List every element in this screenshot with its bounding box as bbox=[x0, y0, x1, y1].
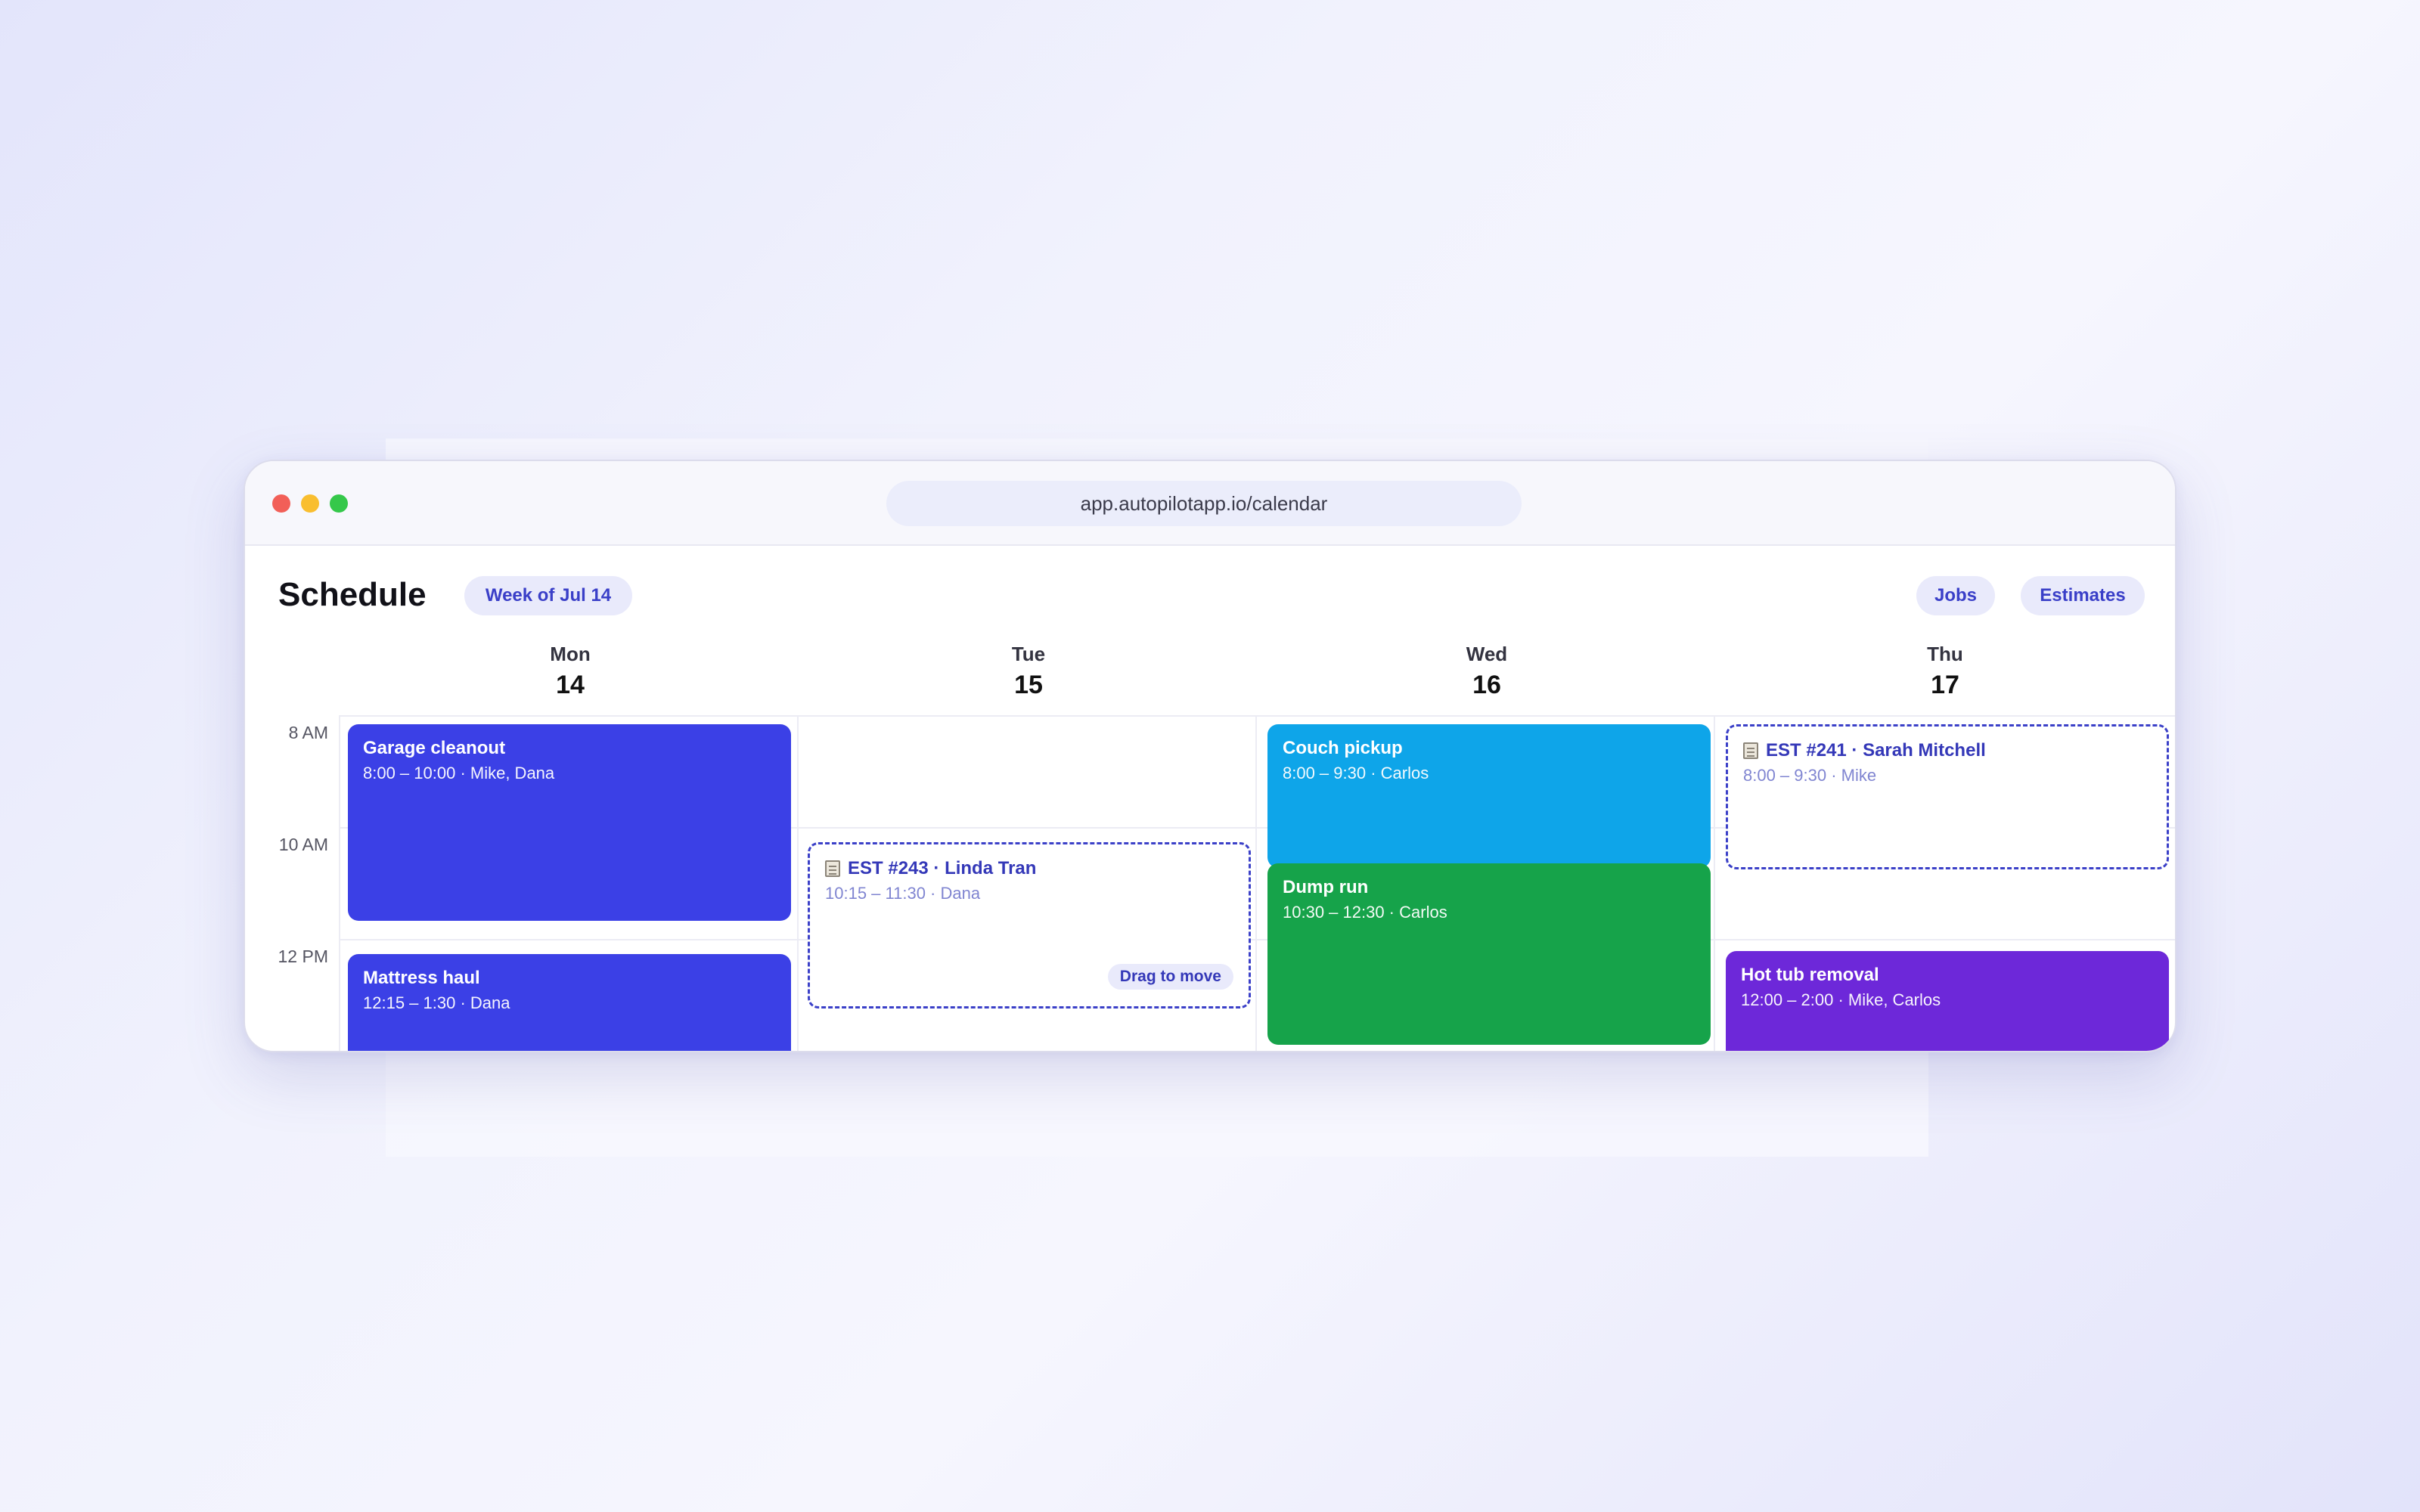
time-label-8am: 8 AM bbox=[288, 723, 328, 742]
event-mattress-haul[interactable]: Mattress haul 12:15 – 1:30 · Dana bbox=[348, 954, 791, 1051]
document-icon bbox=[825, 860, 840, 877]
event-time: 10:15 – 11:30 · Dana bbox=[825, 884, 981, 903]
day-name: Thu bbox=[1927, 643, 1963, 665]
event-time: 12:00 – 2:00 · Mike, Carlos bbox=[1741, 990, 1941, 1009]
event-title: EST #243 · Linda Tran bbox=[848, 858, 1037, 878]
drag-to-move-handle[interactable]: Drag to move bbox=[1107, 964, 1233, 990]
estimate-243[interactable]: EST #243 · Linda Tran 10:15 – 11:30 · Da… bbox=[808, 842, 1251, 1009]
day-number: 14 bbox=[556, 671, 585, 699]
document-icon bbox=[1743, 742, 1758, 759]
event-time: 12:15 – 1:30 · Dana bbox=[363, 993, 510, 1012]
day-name: Mon bbox=[550, 643, 591, 665]
day-name: Tue bbox=[1011, 643, 1046, 665]
event-time: 8:00 – 10:00 · Mike, Dana bbox=[363, 764, 555, 782]
day-number: 15 bbox=[1014, 671, 1043, 699]
event-title: Garage cleanout bbox=[363, 738, 506, 758]
browser-window: app.autopilotapp.io/calendar Schedule We… bbox=[244, 460, 2176, 1052]
day-header-thu: Thu 17 bbox=[1717, 643, 2173, 700]
page-title: Schedule bbox=[278, 576, 427, 613]
address-bar[interactable]: app.autopilotapp.io/calendar bbox=[886, 481, 1522, 526]
event-time: 10:30 – 12:30 · Carlos bbox=[1283, 903, 1447, 922]
estimate-241[interactable]: EST #241 · Sarah Mitchell 8:00 – 9:30 · … bbox=[1726, 724, 2169, 869]
event-dump-run[interactable]: Dump run 10:30 – 12:30 · Carlos bbox=[1267, 863, 1711, 1045]
grid-line bbox=[1714, 715, 1715, 1051]
day-header-tue: Tue 15 bbox=[800, 643, 1257, 700]
week-selector-button[interactable]: Week of Jul 14 bbox=[464, 576, 632, 615]
grid-line bbox=[797, 715, 799, 1051]
event-title-row: EST #243 · Linda Tran bbox=[825, 858, 1233, 879]
calendar-grid: 8 AM 10 AM 12 PM Garage cleanout 8:00 – … bbox=[245, 715, 2175, 1051]
grid-line bbox=[339, 715, 2175, 717]
close-window-button[interactable] bbox=[272, 494, 290, 513]
event-couch-pickup[interactable]: Couch pickup 8:00 – 9:30 · Carlos bbox=[1267, 724, 1711, 868]
event-title: EST #241 · Sarah Mitchell bbox=[1766, 740, 1986, 761]
grid-line bbox=[339, 715, 340, 1051]
day-name: Wed bbox=[1466, 643, 1508, 665]
time-label-10am: 10 AM bbox=[278, 835, 328, 854]
maximize-window-button[interactable] bbox=[330, 494, 348, 513]
event-title: Hot tub removal bbox=[1741, 965, 1879, 985]
event-title: Couch pickup bbox=[1283, 738, 1403, 758]
estimates-filter-button[interactable]: Estimates bbox=[2021, 576, 2145, 615]
minimize-window-button[interactable] bbox=[301, 494, 319, 513]
grid-line bbox=[1255, 715, 1257, 1051]
time-label-12pm: 12 PM bbox=[278, 947, 328, 966]
day-number: 17 bbox=[1931, 671, 1959, 699]
event-title-row: EST #241 · Sarah Mitchell bbox=[1743, 740, 2152, 761]
day-header-mon: Mon 14 bbox=[342, 643, 799, 700]
schedule-header: Schedule Week of Jul 14 Jobs Estimates bbox=[245, 546, 2175, 633]
event-title: Mattress haul bbox=[363, 968, 480, 988]
event-time: 8:00 – 9:30 · Mike bbox=[1743, 766, 1877, 785]
jobs-filter-button[interactable]: Jobs bbox=[1916, 576, 1995, 615]
grid-line bbox=[339, 939, 2175, 940]
event-title: Dump run bbox=[1283, 877, 1369, 897]
event-time: 8:00 – 9:30 · Carlos bbox=[1283, 764, 1429, 782]
event-garage-cleanout[interactable]: Garage cleanout 8:00 – 10:00 · Mike, Dan… bbox=[348, 724, 791, 921]
event-hot-tub-removal[interactable]: Hot tub removal 12:00 – 2:00 · Mike, Car… bbox=[1726, 951, 2169, 1051]
day-number: 16 bbox=[1472, 671, 1501, 699]
title-bar: app.autopilotapp.io/calendar bbox=[245, 461, 2175, 546]
day-header-wed: Wed 16 bbox=[1258, 643, 1715, 700]
